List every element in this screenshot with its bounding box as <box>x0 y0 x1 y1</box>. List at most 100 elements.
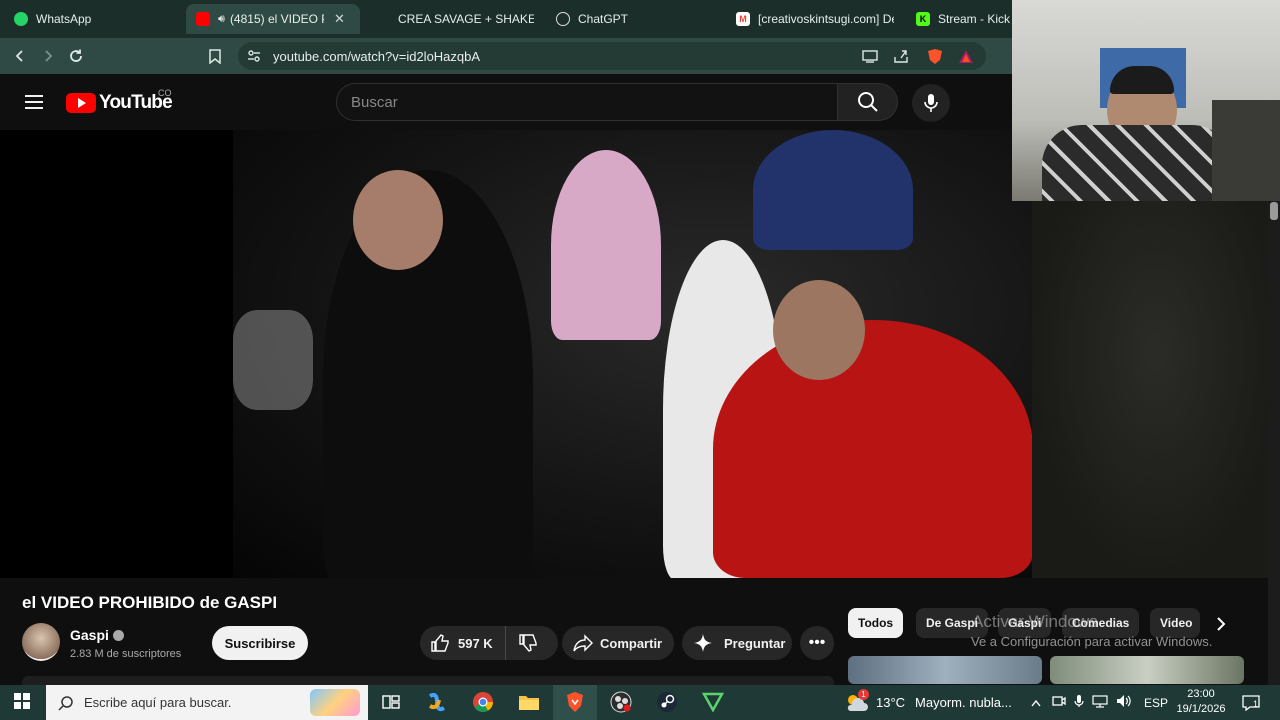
network-icon[interactable] <box>1092 694 1108 711</box>
speaker-icon: 🔊︎ <box>218 12 225 25</box>
taskbar-clock[interactable]: 23:00 19/1/2026 <box>1174 687 1228 717</box>
chevron-up-icon[interactable] <box>1028 696 1044 710</box>
clock-time: 23:00 <box>1187 688 1215 700</box>
channel-name[interactable]: Gaspi <box>70 627 124 643</box>
back-icon[interactable] <box>10 46 30 66</box>
chatgpt-icon <box>556 12 570 26</box>
dislike-button[interactable] <box>506 626 556 660</box>
tab-whatsapp[interactable]: WhatsApp <box>14 4 164 34</box>
microphone-icon[interactable] <box>1074 694 1084 711</box>
language-indicator[interactable]: ESP <box>1144 696 1168 710</box>
tab-gmail[interactable]: M [creativoskintsugi.com] De <box>736 4 894 34</box>
url-text[interactable]: youtube.com/watch?v=id2loHazqbA <box>273 49 480 64</box>
voice-search-button[interactable] <box>912 84 950 122</box>
video-car-light <box>233 310 313 410</box>
tab-kick[interactable]: K Stream - Kick D <box>916 4 1012 34</box>
taskbar-search[interactable]: Escribe aquí para buscar. <box>46 685 368 720</box>
tab-label: CREA SAVAGE + SHAKER U <box>398 12 534 26</box>
more-icon: ••• <box>808 634 826 651</box>
menu-icon[interactable] <box>25 91 43 113</box>
ask-button[interactable]: Preguntar <box>682 626 792 660</box>
youtube-play-icon <box>66 93 96 113</box>
video-person-pink <box>551 150 661 340</box>
right-panel <box>1032 201 1280 578</box>
webcam-overlay <box>1012 0 1280 201</box>
system-tray: ESP <box>1028 685 1168 720</box>
search-box[interactable] <box>336 83 838 121</box>
copilot-icon[interactable] <box>424 690 450 714</box>
subscriber-count: 2.83 M de suscriptores <box>70 648 182 660</box>
share-button[interactable]: Compartir <box>562 626 674 660</box>
screen: { "browser": { "tabs": [ {"label": "What… <box>0 0 1280 720</box>
blank-icon <box>376 12 390 26</box>
windows-start-icon[interactable] <box>14 693 30 709</box>
like-dislike-group: 597 K <box>420 626 558 660</box>
related-video-thumbnail[interactable] <box>848 656 1042 684</box>
temperature: 13°C <box>876 695 906 710</box>
page-scrollbar[interactable] <box>1268 201 1280 685</box>
share-icon <box>573 634 593 652</box>
video-person-red <box>713 320 1032 578</box>
scrollbar-thumb[interactable] <box>1270 202 1278 220</box>
brave-rewards-icon[interactable] <box>956 46 976 66</box>
meet-now-icon[interactable] <box>1052 695 1066 710</box>
sparkle-icon <box>694 634 712 652</box>
brave-browser-icon[interactable] <box>562 690 588 714</box>
ask-label: Preguntar <box>724 635 786 651</box>
weather-badge: 1 <box>858 689 869 700</box>
tab-label: (4815) el VIDEO PR <box>229 12 324 26</box>
taskbar-search-text: Escribe aquí para buscar. <box>84 695 232 710</box>
subscribe-button[interactable]: Suscribirse <box>212 626 308 660</box>
reload-icon[interactable] <box>66 46 86 66</box>
channel-avatar[interactable] <box>22 623 60 661</box>
activation-watermark-title: Activar Windows <box>972 612 1098 631</box>
notification-count: 1 <box>1253 699 1259 709</box>
vegas-app-icon[interactable] <box>700 690 726 714</box>
share-label: Compartir <box>600 635 663 651</box>
tab-chatgpt[interactable]: ChatGPT <box>556 4 706 34</box>
chrome-icon[interactable] <box>470 690 496 714</box>
webcam-cap <box>1110 66 1174 94</box>
weather-description: Mayorm. nubla... <box>915 695 1012 710</box>
youtube-icon <box>196 12 210 26</box>
webcam-person-shirt <box>1042 125 1232 201</box>
chip-todos[interactable]: Todos <box>848 608 904 638</box>
like-count: 597 K <box>458 635 493 651</box>
search-highlight-image <box>310 689 360 716</box>
tab-crea-savage[interactable]: CREA SAVAGE + SHAKER U <box>376 4 534 34</box>
like-button[interactable]: 597 K <box>420 626 506 660</box>
forward-icon[interactable] <box>38 46 58 66</box>
thumbs-down-icon <box>519 634 537 652</box>
steam-icon[interactable] <box>654 690 680 714</box>
tab-youtube-active[interactable]: 🔊︎ (4815) el VIDEO PR ✕ <box>186 4 360 34</box>
volume-icon[interactable] <box>1116 694 1132 711</box>
bookmark-icon[interactable] <box>205 46 225 66</box>
close-tab-icon[interactable]: ✕ <box>334 11 345 27</box>
file-explorer-icon[interactable] <box>516 690 542 714</box>
video-title: el VIDEO PROHIBIDO de GASPI <box>22 593 278 612</box>
obs-icon[interactable] <box>608 690 634 714</box>
install-app-icon[interactable] <box>860 46 880 66</box>
whatsapp-icon <box>14 12 28 26</box>
search-input[interactable] <box>337 84 837 120</box>
video-player[interactable] <box>0 130 1032 578</box>
youtube-logo[interactable]: YouTube <box>66 92 173 114</box>
task-view-icon[interactable] <box>378 690 404 714</box>
more-actions-button[interactable]: ••• <box>800 626 834 660</box>
share-page-icon[interactable] <box>891 46 911 66</box>
search-button[interactable] <box>838 83 898 121</box>
video-face-right <box>773 280 865 380</box>
video-face-left <box>353 170 443 270</box>
brave-shield-icon[interactable] <box>925 46 945 66</box>
verified-icon <box>112 629 124 641</box>
tab-label: WhatsApp <box>36 12 92 26</box>
notification-center[interactable]: 1 <box>1242 685 1260 720</box>
country-code: CO <box>158 88 172 98</box>
gmail-icon: M <box>736 12 750 26</box>
description-box-edge <box>22 676 834 685</box>
activation-watermark-text: Ve a Configuración para activar Windows. <box>971 634 1213 649</box>
weather-widget[interactable]: 1 13°C Mayorm. nubla... <box>844 685 1012 720</box>
related-video-thumbnail[interactable] <box>1050 656 1244 684</box>
chevron-right-icon[interactable] <box>1208 612 1234 636</box>
site-settings-icon[interactable] <box>244 46 264 66</box>
